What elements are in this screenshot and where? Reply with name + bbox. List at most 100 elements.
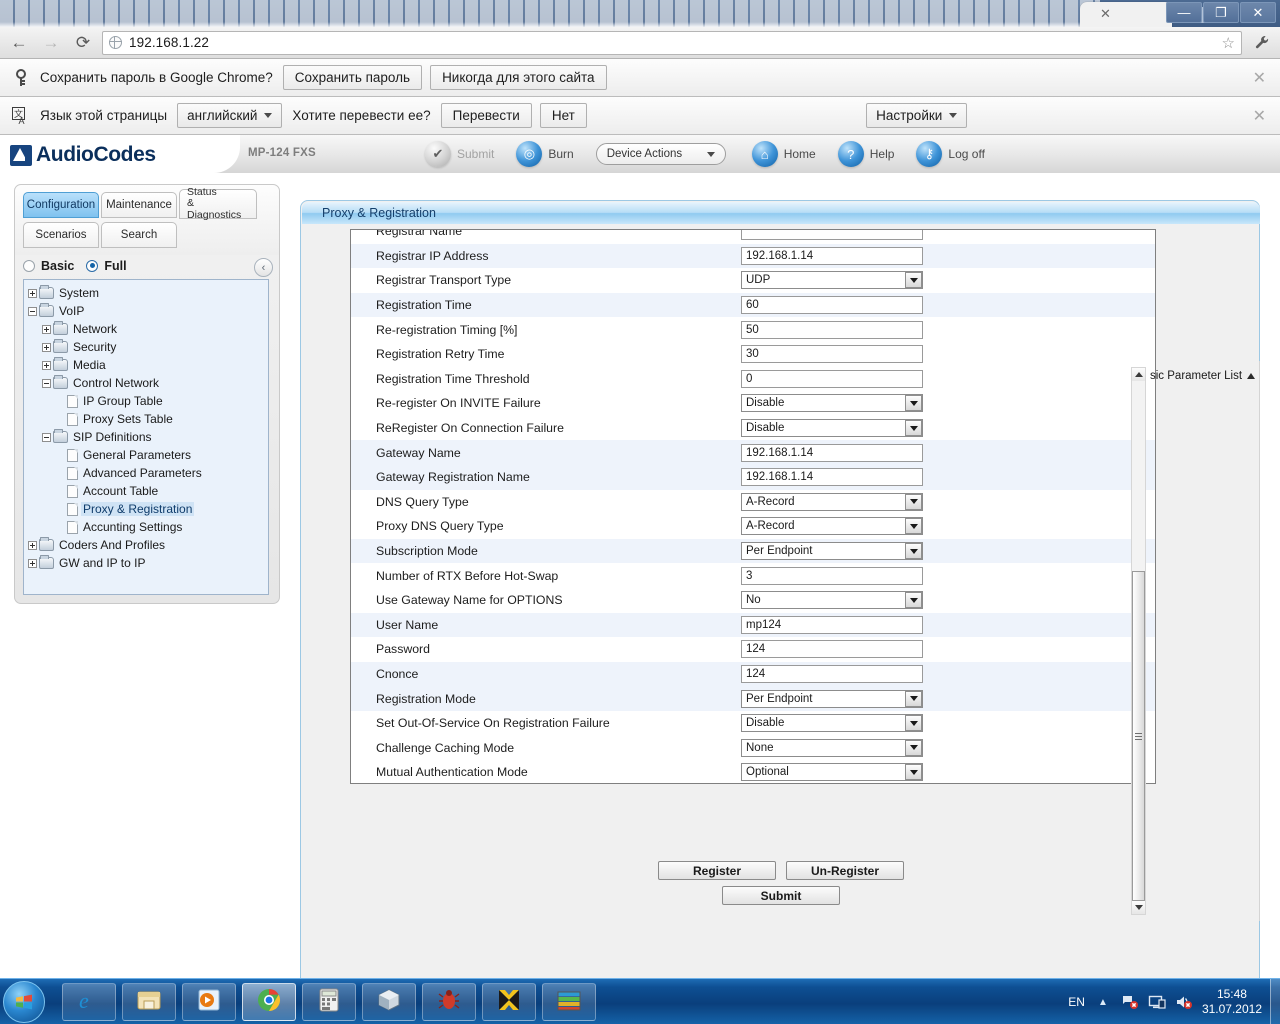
tree-item-network[interactable]: Network — [28, 320, 268, 338]
close-infobar-icon[interactable]: ✕ — [1249, 106, 1270, 126]
minimize-button[interactable]: — — [1166, 2, 1202, 23]
input-user-name[interactable]: mp124 — [741, 615, 923, 634]
header-home-action[interactable]: ⌂ Home — [751, 141, 816, 167]
register-button[interactable]: Register — [658, 861, 776, 880]
display-icon[interactable] — [1148, 993, 1166, 1011]
taskbar-item-virtualbox[interactable] — [362, 983, 416, 1021]
select-use-gateway-name-for-options[interactable]: No — [741, 591, 923, 610]
header-help-action[interactable]: ? Help — [837, 141, 894, 167]
close-infobar-icon[interactable]: ✕ — [1249, 68, 1270, 88]
input-registration-retry-time[interactable]: 30 — [741, 345, 923, 364]
tree-item-voip[interactable]: VoIP — [28, 302, 268, 320]
close-button[interactable]: ✕ — [1240, 2, 1276, 23]
input-number-of-rtx-before-hot-swap[interactable]: 3 — [741, 566, 923, 585]
chevron-down-icon[interactable] — [905, 592, 922, 609]
taskbar-item-xshell[interactable] — [482, 983, 536, 1021]
tree-item-proxy-sets-table[interactable]: Proxy Sets Table — [28, 410, 268, 428]
scroll-down-button[interactable] — [1132, 901, 1145, 914]
tab-maintenance[interactable]: Maintenance — [101, 192, 177, 218]
tree-item-ip-group-table[interactable]: IP Group Table — [28, 392, 268, 410]
collapse-panel-button[interactable]: ‹ — [254, 258, 273, 277]
select-mutual-authentication-mode[interactable]: Optional — [741, 763, 923, 782]
select-challenge-caching-mode[interactable]: None — [741, 738, 923, 757]
taskbar-item-calculator[interactable] — [302, 983, 356, 1021]
tree-item-gw-and-ip-to-ip[interactable]: GW and IP to IP — [28, 554, 268, 572]
chevron-down-icon[interactable] — [905, 690, 922, 707]
tree-item-proxy-registration[interactable]: Proxy & Registration — [28, 500, 268, 518]
bookmark-star-icon[interactable]: ☆ — [1222, 34, 1235, 52]
radio-basic[interactable] — [23, 260, 35, 272]
translate-no-button[interactable]: Нет — [539, 103, 587, 128]
never-for-this-site-button[interactable]: Никогда для этого сайта — [430, 65, 607, 90]
taskbar-item-internet-explorer[interactable]: e — [62, 983, 116, 1021]
address-bar[interactable]: 192.168.1.22 ☆ — [102, 30, 1242, 55]
page-scrollbar[interactable] — [1131, 367, 1146, 915]
expand-icon[interactable] — [28, 558, 37, 568]
taskbar-item-google-chrome[interactable] — [242, 983, 296, 1021]
tree-item-accunting-settings[interactable]: Accunting Settings — [28, 518, 268, 536]
chevron-down-icon[interactable] — [905, 764, 922, 781]
tray-language[interactable]: EN — [1068, 995, 1085, 1009]
select-proxy-dns-query-type[interactable]: A-Record — [741, 517, 923, 536]
select-dns-query-type[interactable]: A-Record — [741, 492, 923, 511]
input-re-registration-timing[interactable]: 50 — [741, 320, 923, 339]
scroll-up-button[interactable] — [1132, 368, 1145, 381]
back-button[interactable]: ← — [6, 30, 32, 56]
header-logoff-action[interactable]: ⚷ Log off — [916, 141, 985, 167]
collapse-icon[interactable] — [42, 378, 51, 388]
scrollbar-thumb[interactable] — [1132, 571, 1145, 901]
taskbar-item-explorer[interactable] — [122, 983, 176, 1021]
chevron-down-icon[interactable] — [905, 518, 922, 535]
expand-icon[interactable] — [28, 540, 37, 550]
tree-item-general-parameters[interactable]: General Parameters — [28, 446, 268, 464]
tree-item-control-network[interactable]: Control Network — [28, 374, 268, 392]
collapse-icon[interactable] — [42, 432, 51, 442]
expand-icon[interactable] — [28, 288, 37, 298]
wrench-menu-icon[interactable] — [1248, 30, 1276, 56]
header-submit-action[interactable]: ✔ Submit — [425, 141, 494, 167]
tab-search[interactable]: Search — [101, 222, 177, 248]
taskbar-item-firebird[interactable] — [422, 983, 476, 1021]
radio-full[interactable] — [86, 260, 99, 272]
input-cnonce[interactable]: 124 — [741, 664, 923, 683]
translate-button[interactable]: Перевести — [440, 103, 532, 128]
device-actions-dropdown[interactable]: Device Actions — [595, 143, 726, 165]
select-re-register-on-invite-failure[interactable]: Disable — [741, 394, 923, 413]
tree-item-account-table[interactable]: Account Table — [28, 482, 268, 500]
taskbar-item-media-player[interactable] — [182, 983, 236, 1021]
tab-status-diagnostics[interactable]: Status & Diagnostics — [179, 186, 257, 220]
translate-settings-button[interactable]: Настройки — [866, 103, 968, 128]
tray-expand-icon[interactable]: ▲ — [1094, 993, 1112, 1011]
select-reregister-on-connection-failure[interactable]: Disable — [741, 419, 923, 438]
browser-tab-active[interactable] — [1080, 2, 1172, 27]
chevron-down-icon[interactable] — [905, 420, 922, 437]
input-registrar-ip-address[interactable]: 192.168.1.14 — [741, 246, 923, 265]
tree-item-system[interactable]: System — [28, 284, 268, 302]
chevron-down-icon[interactable] — [905, 395, 922, 412]
chevron-down-icon[interactable] — [905, 272, 922, 289]
input-gateway-name[interactable]: 192.168.1.14 — [741, 443, 923, 462]
input-registration-time[interactable]: 60 — [741, 296, 923, 315]
volume-muted-icon[interactable] — [1175, 993, 1193, 1011]
tree-item-coders-and-profiles[interactable]: Coders And Profiles — [28, 536, 268, 554]
audiocodes-logo[interactable]: AudioCodes — [10, 143, 156, 167]
triangle-up-icon[interactable] — [1247, 373, 1256, 379]
tab-scenarios[interactable]: Scenarios — [23, 222, 99, 248]
input-registration-time-threshold[interactable]: 0 — [741, 369, 923, 388]
start-button[interactable] — [3, 981, 45, 1023]
submit-button[interactable]: Submit — [722, 886, 840, 905]
select-registration-mode[interactable]: Per Endpoint — [741, 689, 923, 708]
tab-configuration[interactable]: Configuration — [23, 192, 99, 218]
tree-item-advanced-parameters[interactable]: Advanced Parameters — [28, 464, 268, 482]
select-subscription-mode[interactable]: Per Endpoint — [741, 542, 923, 561]
select-set-out-of-service-on-registration-failure[interactable]: Disable — [741, 714, 923, 733]
taskbar-item-winrar[interactable] — [542, 983, 596, 1021]
save-password-button[interactable]: Сохранить пароль — [282, 65, 423, 90]
show-desktop-button[interactable] — [1270, 979, 1280, 1024]
input-gateway-registration-name[interactable]: 192.168.1.14 — [741, 468, 923, 487]
expand-icon[interactable] — [42, 360, 51, 370]
maximize-button[interactable]: ❐ — [1203, 2, 1239, 23]
tray-clock[interactable]: 15:48 31.07.2012 — [1202, 987, 1262, 1017]
select-registrar-transport-type[interactable]: UDP — [741, 271, 923, 290]
collapse-icon[interactable] — [28, 306, 37, 316]
